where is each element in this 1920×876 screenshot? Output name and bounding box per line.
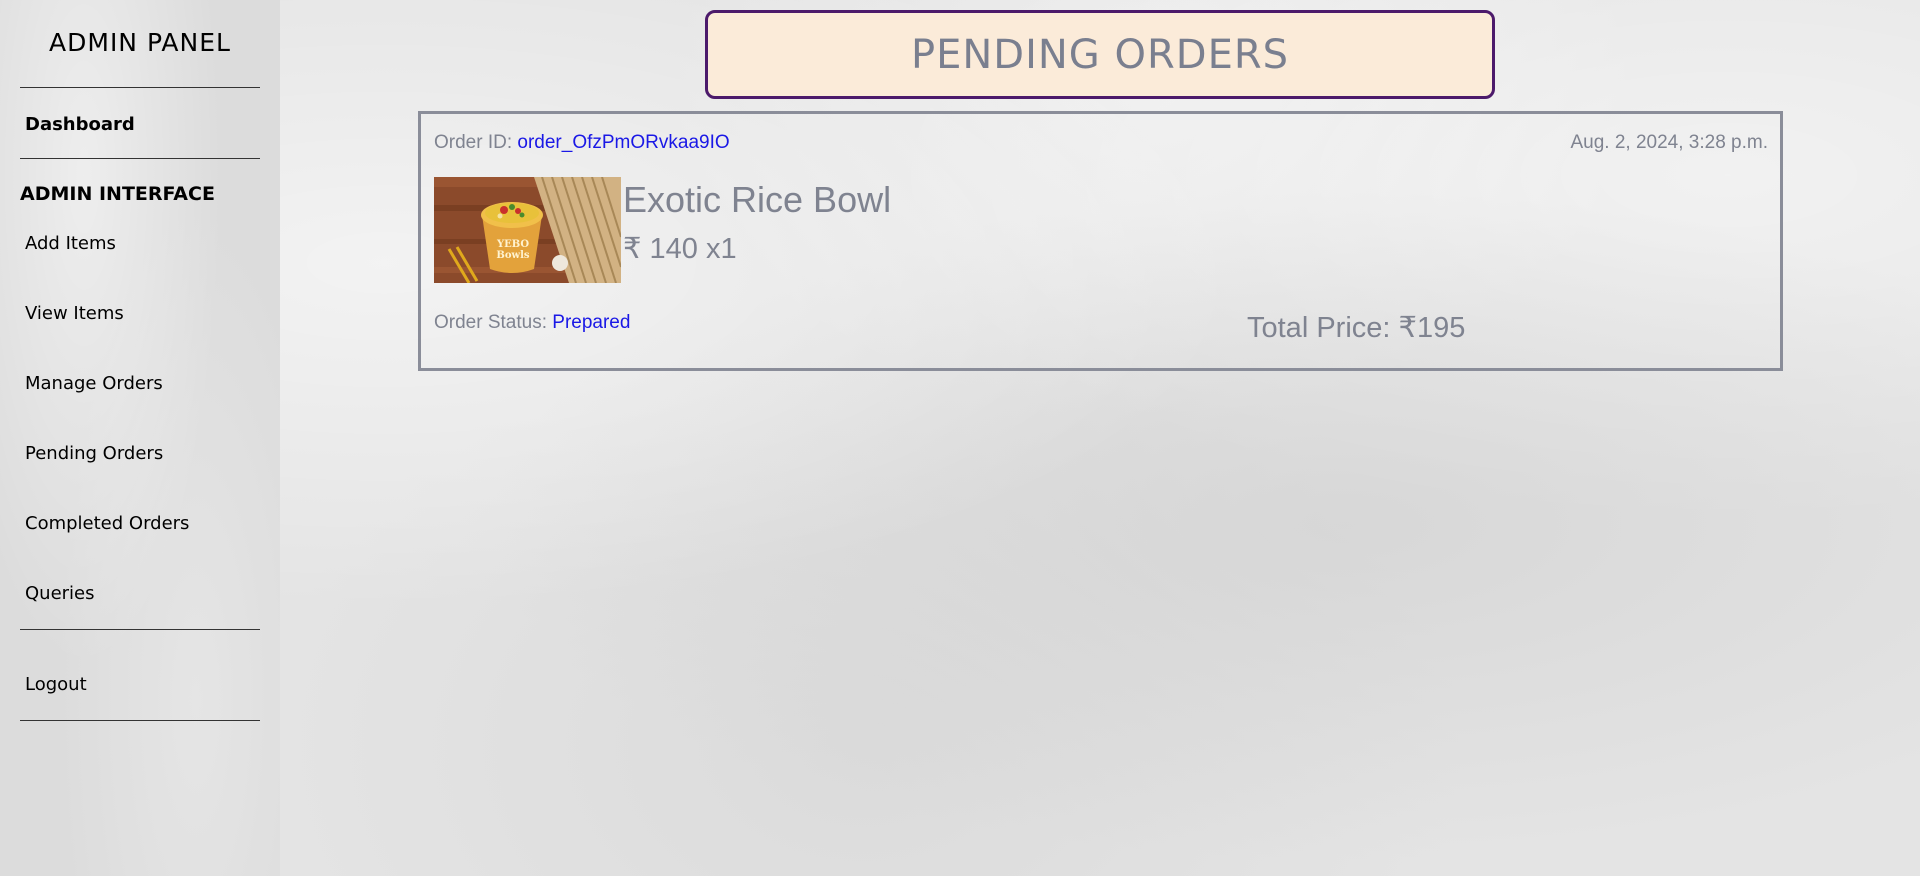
sidebar-divider xyxy=(20,158,260,159)
sidebar-item-dashboard[interactable]: Dashboard xyxy=(25,114,135,135)
sidebar-item-manage-orders[interactable]: Manage Orders xyxy=(25,373,163,394)
sidebar-item-add-items[interactable]: Add Items xyxy=(25,233,116,254)
item-price: ₹ 140 x1 xyxy=(623,233,737,265)
page-title: PENDING ORDERS xyxy=(910,31,1290,78)
order-card: Order ID: order_OfzPmORvkaa9IO Aug. 2, 2… xyxy=(418,111,1783,371)
order-id-link[interactable]: order_OfzPmORvkaa9IO xyxy=(517,132,729,153)
sidebar-item-completed-orders[interactable]: Completed Orders xyxy=(25,513,189,534)
sidebar-item-queries[interactable]: Queries xyxy=(25,583,95,604)
sidebar-title: ADMIN PANEL xyxy=(49,28,231,57)
sidebar-divider xyxy=(20,87,260,88)
sidebar-divider xyxy=(20,720,260,721)
logout-button[interactable]: Logout xyxy=(25,674,87,695)
total-price: Total Price: ₹195 xyxy=(1247,312,1466,344)
food-item-image: YEBO Bowls xyxy=(434,177,621,283)
sidebar: ADMIN PANEL Dashboard ADMIN INTERFACE Ad… xyxy=(0,0,280,876)
sidebar-divider xyxy=(20,629,260,630)
sidebar-section-heading: ADMIN INTERFACE xyxy=(20,183,215,205)
order-id-label: Order ID: xyxy=(434,132,513,153)
item-name: Exotic Rice Bowl xyxy=(623,179,892,220)
order-status-value: Prepared xyxy=(552,312,631,333)
order-date: Aug. 2, 2024, 3:28 p.m. xyxy=(1570,132,1768,153)
order-status-label: Order Status: xyxy=(434,312,547,333)
sidebar-item-view-items[interactable]: View Items xyxy=(25,303,124,324)
bowl-brand-lettering: YEBO Bowls xyxy=(496,239,530,261)
order-id-row: Order ID: order_OfzPmORvkaa9IO xyxy=(434,132,730,154)
sidebar-item-pending-orders[interactable]: Pending Orders xyxy=(25,443,163,464)
order-status-row: Order Status: Prepared xyxy=(434,312,630,334)
page-title-box: PENDING ORDERS xyxy=(705,10,1495,99)
